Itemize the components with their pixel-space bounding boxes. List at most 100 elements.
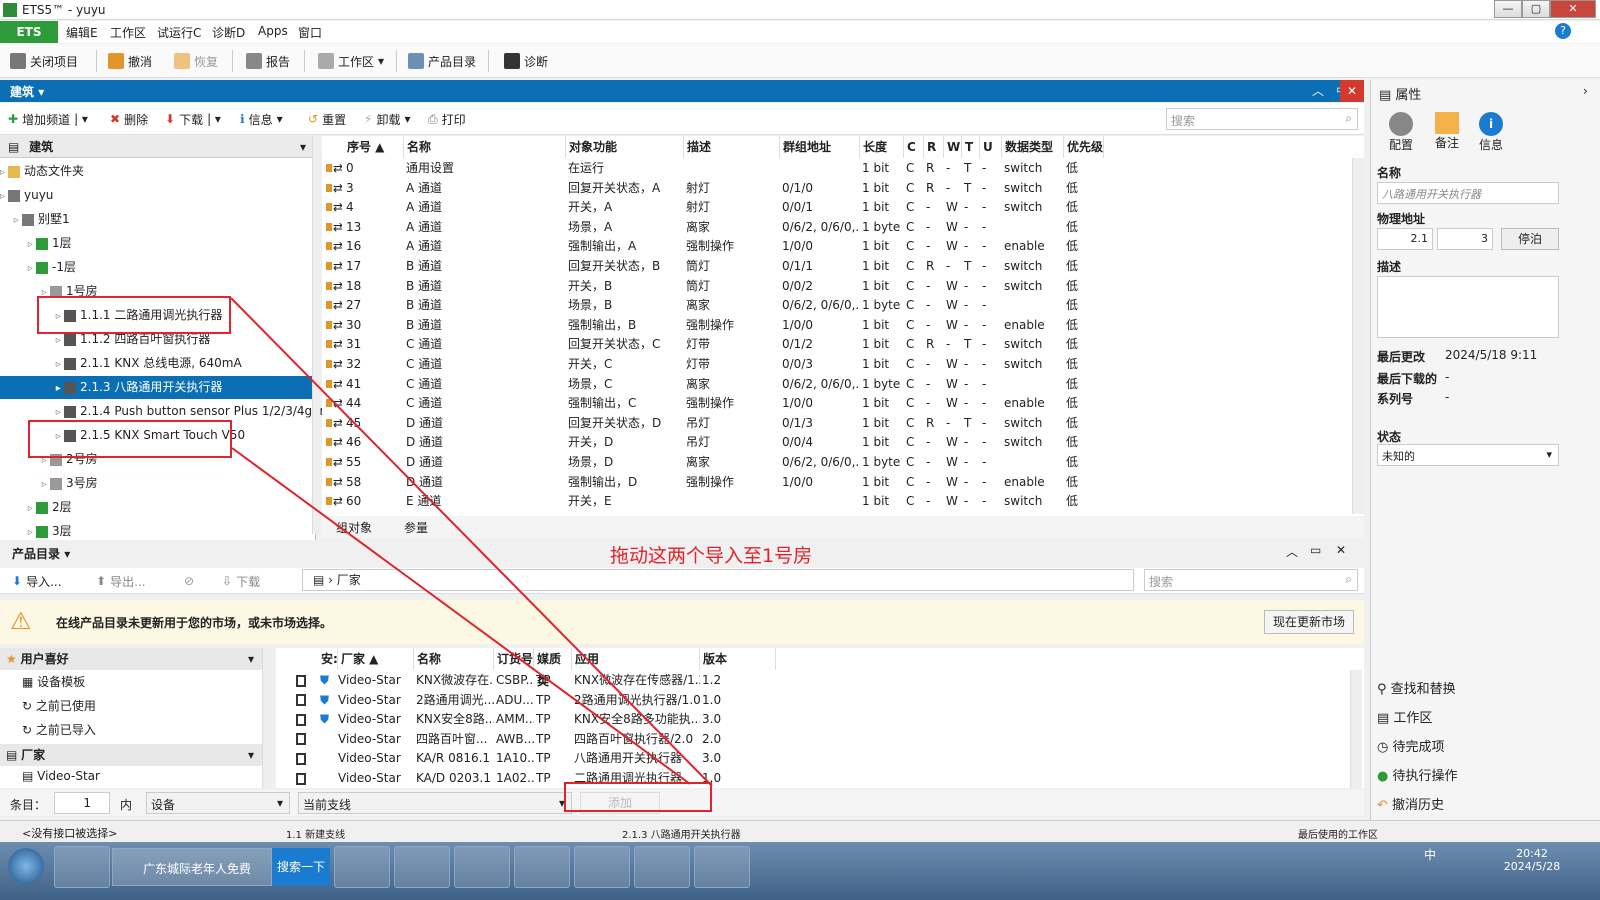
minimize-button[interactable]: — <box>1494 0 1522 18</box>
table-row[interactable]: ⇄ 16 A 通道 强制输出，A 强制操作 1/0/0 1 bit C - W - - enable 低 <box>322 237 1352 257</box>
taskbar-paint[interactable] <box>634 846 690 888</box>
tree-item[interactable]: ▹ 2.1.1 KNX 总线电源, 640mA <box>0 352 314 375</box>
table-row[interactable]: ⇄ 0 通用设置 在运行 1 bit C R - T - switch 低 <box>322 159 1352 179</box>
find-replace-link[interactable]: ⚲ 查找和替换 <box>1377 678 1456 697</box>
catalog-column-header[interactable]: 应用 <box>572 648 700 670</box>
table-row[interactable]: ⇄ 44 C 通道 强制输出，C 强制操作 1/0/0 1 bit C - W - - enable 低 <box>322 394 1352 414</box>
taskbar-app-1[interactable] <box>54 846 110 888</box>
grid-column-header[interactable]: 名称 <box>404 136 566 158</box>
pending-ops-link[interactable]: ● 待执行操作 <box>1377 765 1458 784</box>
import-button[interactable]: ⬇ 导入... <box>12 571 62 591</box>
delete-button[interactable]: ✖ 删除 <box>110 109 148 129</box>
name-input[interactable]: 八路通用开关执行器 <box>1377 182 1559 204</box>
restore-icon[interactable]: ▭ <box>1310 543 1321 557</box>
taskbar-app-8[interactable] <box>694 846 750 888</box>
catalog-column-header[interactable]: 版本 <box>700 648 776 670</box>
manufacturer-video-star[interactable]: ▤ Video-Star <box>22 769 100 783</box>
info-button[interactable]: ℹ 信息 ▾ <box>240 109 283 129</box>
ime-indicator[interactable]: 中 <box>1424 846 1436 863</box>
table-row[interactable]: ⇄ 46 D 通道 开关，D 吊灯 0/0/4 1 bit C - W - - switch 低 <box>322 433 1352 453</box>
menu-edit[interactable]: 编辑E <box>66 24 98 41</box>
building-panel-title[interactable]: 建筑 ▾ <box>10 83 44 100</box>
close-catalog-icon[interactable]: ✕ <box>1336 543 1346 557</box>
table-row[interactable]: ⇄ 41 C 通道 场景，C 离家 0/6/2, 0/6/0,... 1 byte C - W - -… <box>322 375 1352 395</box>
close-window-button[interactable]: ✕ <box>1550 0 1596 18</box>
diagnostics-button[interactable]: 诊断 <box>504 51 548 71</box>
taskbar-app-5[interactable] <box>514 846 570 888</box>
catalog-row[interactable]: Video-StarKA/D 0203.11A02...TP二路通用调光执行器1… <box>276 769 1356 789</box>
menu-window[interactable]: 窗口 <box>298 24 322 41</box>
undo-history-link[interactable]: ↶ 撤消历史 <box>1377 794 1444 813</box>
ets-menu[interactable]: ETS <box>0 21 58 43</box>
device-select[interactable]: 设备 ▾ <box>146 792 290 814</box>
interface-status[interactable]: <没有接口被选择> <box>22 825 117 841</box>
grid-column-header[interactable]: 描述 <box>684 136 780 158</box>
tab-parameters[interactable]: 参量 <box>404 519 428 536</box>
menu-commission[interactable]: 试运行C <box>157 24 201 41</box>
fav-device-templates[interactable]: ▦ 设备模板 <box>22 673 85 690</box>
tree-item[interactable]: ▹ 3号房 <box>0 472 314 495</box>
tree-item[interactable]: ▸ 2.1.3 八路通用开关执行器 <box>0 376 314 399</box>
catalog-breadcrumb[interactable]: ▤ › 厂家 <box>302 569 1134 591</box>
menu-workspace[interactable]: 工作区 <box>110 24 146 41</box>
table-row[interactable]: ⇄ 4 A 通道 开关，A 射灯 0/0/1 1 bit C - W - - switch 低 <box>322 198 1352 218</box>
grid-column-header[interactable]: 对象功能 <box>566 136 684 158</box>
table-row[interactable]: ⇄ 55 D 通道 场景，D 离家 0/6/2, 0/6/0,... 1 byte C - W - -… <box>322 453 1352 473</box>
tree-header[interactable]: ▤ 建筑 ▾ <box>0 136 314 158</box>
address-line-input[interactable]: 2.1 <box>1377 228 1433 250</box>
table-row[interactable]: ⇄ 45 D 通道 回复开关状态，D 吊灯 0/1/3 1 bit C R - T - switch 低 <box>322 414 1352 434</box>
close-project-button[interactable]: 关闭项目 <box>10 51 78 71</box>
menu-apps[interactable]: Apps <box>258 24 288 38</box>
redo-button[interactable]: 恢复 <box>174 51 218 71</box>
maximize-button[interactable]: ▢ <box>1522 0 1550 18</box>
items-stepper[interactable]: 1 <box>54 792 110 814</box>
undo-button[interactable]: 撤消 <box>108 51 152 71</box>
add-channel-button[interactable]: ✚ 增加频道 | ▾ <box>8 109 88 129</box>
start-button[interactable] <box>8 848 44 884</box>
tree-item[interactable]: ▹ -1层 <box>0 256 314 279</box>
catalog-row[interactable]: ⛊ Video-Star KNX安全8路... AMM... TP KNX安全8路多功能执… <box>276 710 1356 730</box>
catalog-row[interactable]: Video-Star 四路百叶窗... AWB... TP 四路百叶窗执行器/2.0 2.… <box>276 730 1356 750</box>
catalog-download-button[interactable]: ⇩ 下载 <box>222 571 260 591</box>
catalog-column-header[interactable]: 订货号 <box>494 648 534 670</box>
taskbar-explorer[interactable] <box>574 846 630 888</box>
grid-column-header[interactable]: 群组地址 <box>780 136 860 158</box>
report-button[interactable]: 报告 <box>246 51 290 71</box>
fav-previously-used[interactable]: ↻ 之前已使用 <box>22 697 96 714</box>
catalog-row[interactable]: ⛊ Video-Star KNX微波存在... CSBP... TP KNX微波存在传感器… <box>276 671 1356 691</box>
table-row[interactable]: ⇄ 3 A 通道 回复开关状态，A 射灯 0/1/0 1 bit C R - T - switch 低 <box>322 179 1352 199</box>
tree-item[interactable]: ▹ 2层 <box>0 496 314 519</box>
clock[interactable]: 20:42 2024/5/28 <box>1500 847 1564 873</box>
export-button[interactable]: ⬆ 导出... <box>96 571 146 591</box>
tree-item[interactable]: ▹ 动态文件夹 <box>0 160 314 183</box>
tree-item[interactable]: ▹ yuyu <box>0 184 314 207</box>
grid-column-header[interactable]: W <box>944 136 962 158</box>
park-button[interactable]: 停泊 <box>1501 228 1559 250</box>
table-row[interactable]: ⇄ 27 B 通道 场景，B 离家 0/6/2, 0/6/0,... 1 byte C - W - -… <box>322 296 1352 316</box>
grid-column-header[interactable]: 数据类型 <box>1002 136 1064 158</box>
tree-item[interactable]: ▹ 3层 <box>0 520 314 543</box>
grid-column-header[interactable]: 优先级 <box>1064 136 1104 158</box>
tab-info[interactable]: i 信息 <box>1471 112 1511 153</box>
taskbar-search-button[interactable]: 搜索一下 <box>272 848 330 886</box>
table-row[interactable]: ⇄ 32 C 通道 开关，C 灯带 0/0/3 1 bit C - W - - switch 低 <box>322 355 1352 375</box>
grid-column-header[interactable]: T <box>962 136 980 158</box>
menu-diagnostics[interactable]: 诊断D <box>212 24 245 41</box>
grid-column-header[interactable]: C <box>904 136 924 158</box>
collapse-icon[interactable]: ︿ <box>1312 82 1324 99</box>
table-row[interactable]: ⇄ 13 A 通道 场景，A 离家 0/6/2, 0/6/0,... 1 byte C - W - -… <box>322 218 1352 238</box>
tab-notes[interactable]: 备注 <box>1427 112 1467 151</box>
tree-item[interactable]: ▹ 1层 <box>0 232 314 255</box>
taskbar-ets[interactable] <box>334 846 390 888</box>
catalog-column-header[interactable]: 安: <box>318 648 338 670</box>
fav-previously-imported[interactable]: ↻ 之前已导入 <box>22 721 96 738</box>
taskbar-app-4[interactable] <box>454 846 510 888</box>
catalog-row[interactable]: Video-Star KA/R 0816.1 1A10...TP 八路通用开关执行器 3… <box>276 749 1356 769</box>
table-row[interactable]: ⇄ 60 E 通道 开关，E 1 bit C - W - - switch 低 <box>322 492 1352 512</box>
unload-button[interactable]: ⚡ 卸载 ▾ <box>364 109 410 129</box>
catalog-title[interactable]: 产品目录 ▾ <box>12 545 70 562</box>
grid-column-header[interactable]: 长度 <box>860 136 904 158</box>
tab-config[interactable]: 配置 <box>1381 112 1421 153</box>
building-search-input[interactable]: 搜索 ⌕ <box>1166 108 1358 130</box>
grid-column-header[interactable]: R <box>924 136 944 158</box>
